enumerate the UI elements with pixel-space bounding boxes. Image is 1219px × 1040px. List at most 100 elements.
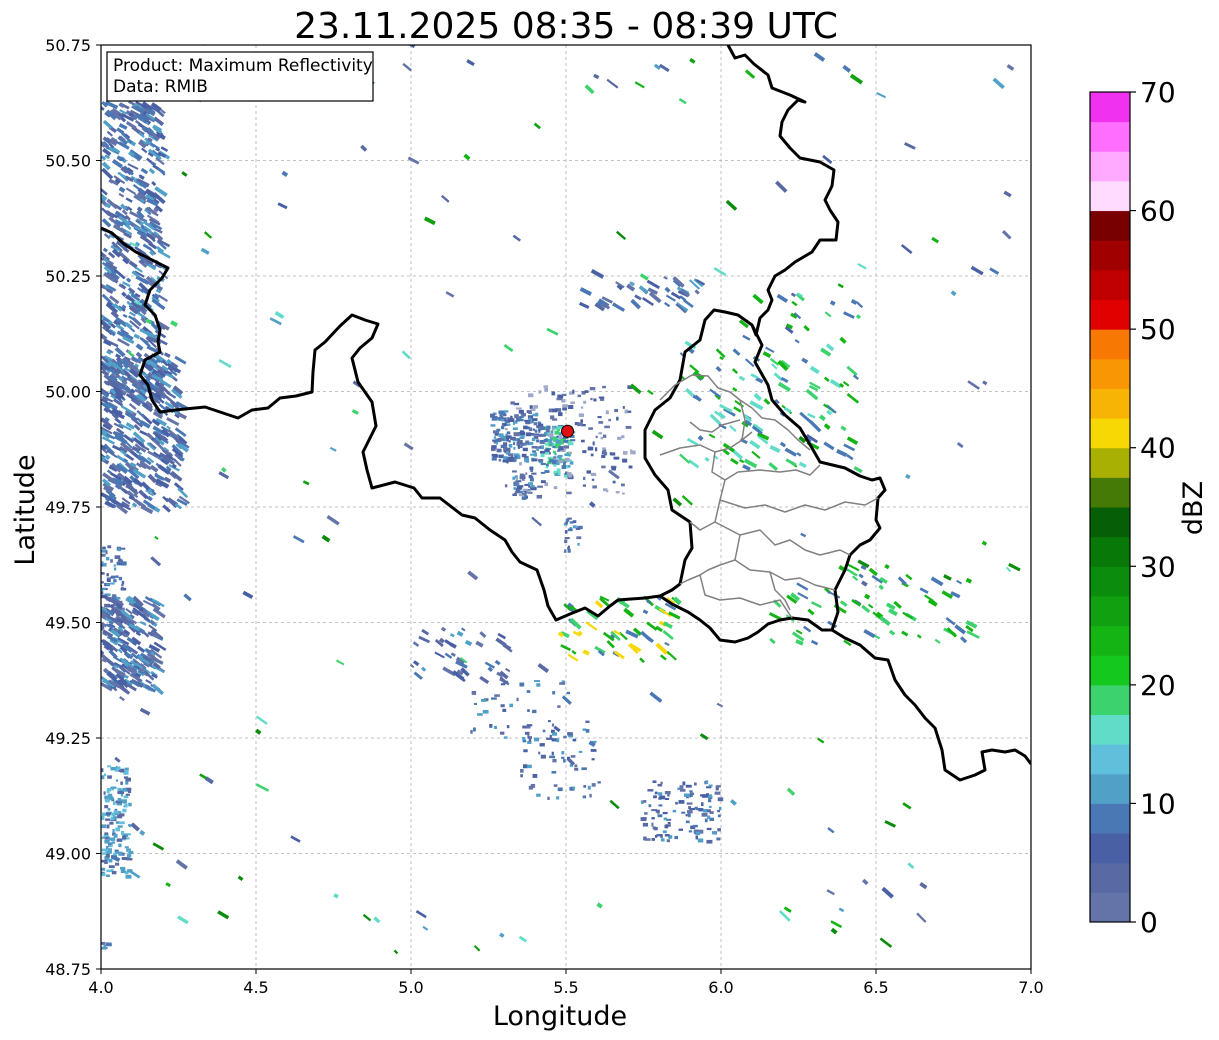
- echo-pixel: [503, 424, 507, 427]
- echo-pixel: [118, 576, 123, 581]
- echo-pixel: [541, 426, 546, 430]
- echo-pixel: [837, 13, 849, 24]
- echo-pixel: [598, 396, 605, 399]
- echo-pixel: [568, 473, 573, 478]
- echo-pixel: [565, 521, 568, 525]
- echo-pixel: [526, 690, 531, 693]
- echo-pixel: [675, 801, 678, 805]
- echo-pixel: [481, 698, 486, 702]
- echo-pixel: [544, 449, 550, 452]
- echo-pixel: [611, 466, 617, 471]
- echo-pixel: [706, 809, 711, 813]
- echo-pixel: [509, 703, 514, 708]
- echo-pixel: [549, 459, 555, 463]
- echo-pixel: [517, 439, 521, 444]
- echo-pixel: [657, 814, 663, 818]
- echo-pixel: [685, 784, 692, 788]
- echo-pixel: [554, 473, 559, 476]
- echo-pixel: [508, 453, 514, 457]
- echo-pixel: [498, 410, 505, 415]
- echo-pixel: [110, 767, 116, 771]
- echo-pixel: [515, 407, 522, 410]
- y-axis-label: Latitude: [10, 454, 41, 565]
- echo-pixel: [531, 446, 537, 449]
- echo-pixel: [522, 477, 525, 481]
- echo-pixel: [546, 425, 551, 430]
- echo-pixel: [107, 545, 112, 549]
- echo-pixel: [117, 814, 123, 819]
- colorbar-swatch: [1090, 269, 1130, 300]
- echo-pixel: [506, 459, 509, 464]
- echo-pixel: [548, 438, 553, 443]
- echo-pixel: [587, 446, 592, 451]
- echo-pixel: [583, 400, 587, 404]
- echo-pixel: [111, 594, 117, 597]
- echo-pixel: [578, 413, 585, 417]
- echo-pixel: [558, 459, 564, 463]
- colorbar-tick-label: 70: [1140, 76, 1176, 109]
- colorbar-swatch: [1090, 388, 1130, 419]
- echo-pixel: [548, 433, 554, 438]
- echo-pixel: [515, 476, 519, 481]
- echo-pixel: [622, 458, 628, 463]
- echo-pixel: [491, 453, 498, 457]
- echo-pixel: [489, 724, 493, 728]
- echo-pixel: [651, 817, 655, 820]
- echo-pixel: [678, 828, 683, 831]
- echo-pixel: [477, 713, 483, 716]
- echo-pixel: [549, 755, 556, 759]
- colorbar-swatch: [1090, 240, 1130, 271]
- echo-pixel: [101, 946, 107, 950]
- echo-pixel: [117, 825, 123, 828]
- echo-pixel: [580, 406, 584, 409]
- echo-pixel: [653, 826, 658, 831]
- echo-pixel: [535, 430, 538, 433]
- echo-pixel: [506, 725, 510, 729]
- echo-pixel: [575, 527, 581, 530]
- echo-pixel: [591, 758, 595, 761]
- colorbar-swatch: [1090, 92, 1130, 123]
- echo-pixel: [630, 449, 633, 452]
- colorbar-swatch: [1090, 773, 1130, 804]
- echo-pixel: [500, 683, 506, 686]
- echo-pixel: [662, 830, 667, 834]
- echo-pixel: [528, 393, 534, 398]
- echo-pixel: [704, 818, 708, 823]
- echo-pixel: [551, 732, 558, 736]
- echo-pixel: [114, 555, 121, 559]
- echo-pixel: [608, 418, 611, 422]
- echo-pixel: [111, 575, 117, 578]
- echo-pixel: [491, 416, 498, 421]
- echo-pixel: [101, 859, 107, 863]
- echo-pixel: [623, 451, 628, 455]
- echo-pixel: [110, 786, 117, 789]
- echo-pixel: [514, 492, 517, 496]
- echo-pixel: [531, 472, 537, 475]
- echo-pixel: [120, 866, 126, 870]
- echo-pixel: [521, 413, 526, 417]
- echo-pixel: [711, 831, 717, 835]
- y-tick-label: 50.50: [45, 152, 91, 171]
- echo-pixel: [521, 496, 527, 500]
- echo-pixel: [500, 704, 505, 708]
- echo-pixel: [685, 820, 690, 824]
- echo-pixel: [491, 457, 497, 461]
- echo-pixel: [590, 472, 597, 477]
- echo-pixel: [587, 785, 591, 790]
- echo-pixel: [517, 444, 520, 449]
- colorbar-swatch: [1090, 536, 1130, 567]
- echo-pixel: [558, 447, 564, 451]
- echo-pixel: [581, 767, 587, 771]
- echo-pixel: [701, 802, 704, 807]
- radar-site-marker: [561, 424, 575, 438]
- echo-pixel: [662, 811, 668, 815]
- echo-pixel: [557, 454, 563, 458]
- echo-pixel: [530, 453, 535, 456]
- echo-pixel: [554, 430, 560, 435]
- echo-pixel: [101, 836, 106, 839]
- echo-pixel: [493, 436, 496, 439]
- x-axis-label: Longitude: [493, 1001, 627, 1032]
- echo-pixel: [640, 817, 647, 822]
- echo-pixel: [648, 804, 652, 808]
- echo-pixel: [534, 737, 540, 742]
